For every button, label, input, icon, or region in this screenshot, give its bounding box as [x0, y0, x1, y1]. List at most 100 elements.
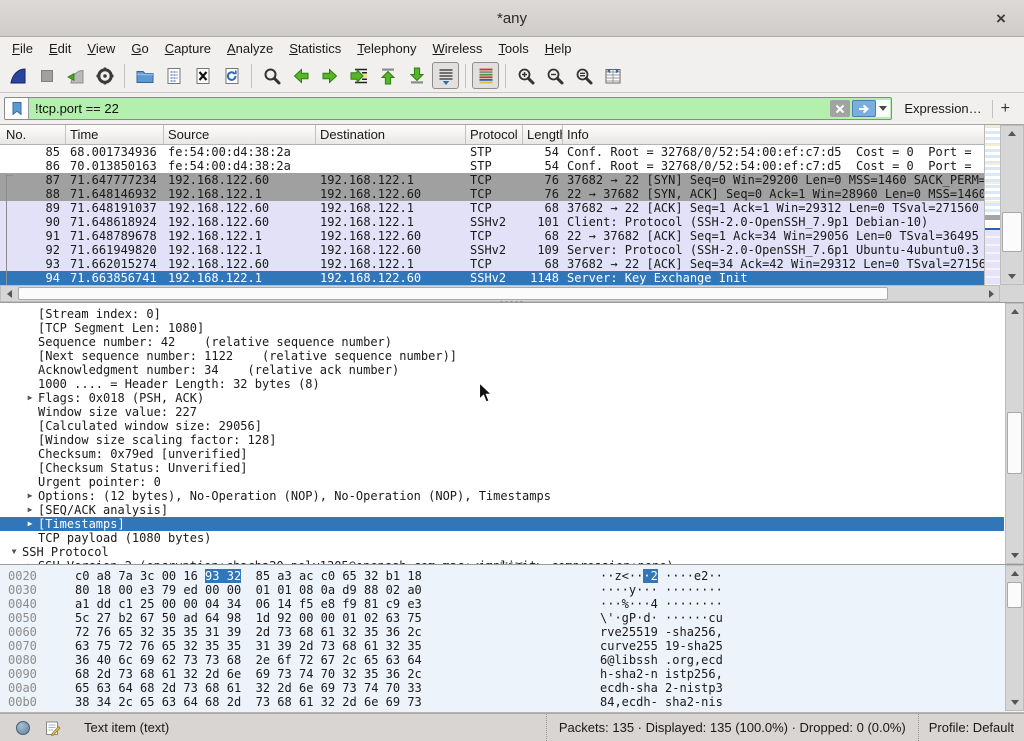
- packet-row[interactable]: 89 71.648191037 192.168.122.60 192.168.1…: [0, 201, 984, 215]
- packet-row[interactable]: 85 68.001734936 fe:54:00:d4:38:2a STP 54…: [0, 145, 984, 159]
- title-bar[interactable]: *any ×: [0, 0, 1024, 37]
- go-first-button[interactable]: [374, 62, 401, 89]
- filter-history-dropdown[interactable]: [876, 100, 890, 117]
- scrollbar-thumb[interactable]: [1007, 412, 1022, 474]
- detail-row[interactable]: [Calculated window size: 29056]: [0, 419, 1004, 433]
- expander-icon[interactable]: ▶: [22, 489, 38, 503]
- add-filter-button[interactable]: +: [993, 100, 1018, 118]
- detail-row[interactable]: Acknowledgment number: 34 (relative ack …: [0, 363, 1004, 377]
- expander-icon[interactable]: ▼: [6, 545, 22, 559]
- filter-apply-button[interactable]: [852, 100, 876, 117]
- go-back-button[interactable]: [287, 62, 314, 89]
- scroll-up-button[interactable]: [1001, 126, 1023, 141]
- zoom-reset-button[interactable]: [570, 62, 597, 89]
- zoom-out-button[interactable]: [541, 62, 568, 89]
- profile-button[interactable]: Profile: Default: [918, 714, 1024, 741]
- menu-item[interactable]: Analyze: [219, 39, 281, 58]
- start-capture-button[interactable]: [4, 62, 31, 89]
- packet-row[interactable]: 87 71.647777234 192.168.122.60 192.168.1…: [0, 173, 984, 187]
- capture-comment-icon[interactable]: [44, 719, 62, 737]
- go-forward-button[interactable]: [316, 62, 343, 89]
- packet-row[interactable]: 86 70.013850163 fe:54:00:d4:38:2a STP 54…: [0, 159, 984, 173]
- scrollbar-thumb[interactable]: [1007, 582, 1022, 608]
- detail-row[interactable]: Window size value: 227: [0, 405, 1004, 419]
- menu-item[interactable]: Telephony: [349, 39, 424, 58]
- expression-button[interactable]: Expression…: [892, 101, 991, 116]
- auto-scroll-toggle[interactable]: [432, 62, 459, 89]
- detail-row[interactable]: [Window size scaling factor: 128]: [0, 433, 1004, 447]
- packet-row[interactable]: 92 71.661949820 192.168.122.1 192.168.12…: [0, 243, 984, 257]
- column-header[interactable]: Info: [563, 125, 1000, 144]
- menu-item[interactable]: Wireless: [425, 39, 491, 58]
- display-filter-input[interactable]: [29, 101, 828, 116]
- scrollbar-thumb[interactable]: [1002, 212, 1022, 252]
- scroll-right-button[interactable]: [983, 286, 999, 301]
- column-header[interactable]: Time: [66, 125, 164, 144]
- detail-row[interactable]: Sequence number: 42 (relative sequence n…: [0, 335, 1004, 349]
- filter-bookmark-button[interactable]: [5, 98, 29, 119]
- packet-row[interactable]: 88 71.648146932 192.168.122.1 192.168.12…: [0, 187, 984, 201]
- menu-item[interactable]: File: [4, 39, 41, 58]
- menu-item[interactable]: Help: [537, 39, 580, 58]
- menu-item[interactable]: Tools: [490, 39, 536, 58]
- packet-list-minimap[interactable]: [984, 125, 1000, 285]
- menu-item[interactable]: Go: [123, 39, 156, 58]
- hex-row[interactable]: 0020 c0 a8 7a 3c 00 16 93 32 85 a3 ac c0…: [0, 569, 1024, 583]
- detail-row[interactable]: Urgent pointer: 0: [0, 475, 1004, 489]
- save-file-button[interactable]: [160, 62, 187, 89]
- hex-vscrollbar[interactable]: [1005, 565, 1024, 711]
- go-to-packet-button[interactable]: [345, 62, 372, 89]
- filter-clear-button[interactable]: [830, 100, 850, 117]
- column-header[interactable]: Length: [523, 125, 563, 144]
- hex-row[interactable]: 0030 80 18 00 e3 79 ed 00 00 01 01 08 0a…: [0, 583, 1024, 597]
- hex-row[interactable]: 0040 a1 dd c1 25 00 00 04 34 06 14 f5 e8…: [0, 597, 1024, 611]
- scroll-up-button[interactable]: [1006, 304, 1023, 319]
- scrollbar-thumb[interactable]: [18, 287, 888, 300]
- expert-info-icon[interactable]: [16, 721, 30, 735]
- detail-row[interactable]: [Next sequence number: 1122 (relative se…: [0, 349, 1004, 363]
- expander-icon[interactable]: ▶: [22, 391, 38, 405]
- menu-item[interactable]: Capture: [157, 39, 219, 58]
- packet-row[interactable]: 90 71.648618924 192.168.122.60 192.168.1…: [0, 215, 984, 229]
- open-file-button[interactable]: [131, 62, 158, 89]
- scroll-up-button[interactable]: [1006, 566, 1023, 581]
- detail-row[interactable]: ▶ [Timestamps]: [0, 517, 1004, 531]
- hex-row[interactable]: 0060 72 76 65 32 35 35 31 39 2d 73 68 61…: [0, 625, 1024, 639]
- column-header[interactable]: No.: [0, 125, 66, 144]
- go-last-button[interactable]: [403, 62, 430, 89]
- packet-list-vscrollbar[interactable]: [1000, 125, 1024, 285]
- menu-item[interactable]: Statistics: [281, 39, 349, 58]
- capture-options-button[interactable]: [91, 62, 118, 89]
- display-filter-field[interactable]: [4, 97, 892, 120]
- packet-row[interactable]: 91 71.648789678 192.168.122.1 192.168.12…: [0, 229, 984, 243]
- detail-row[interactable]: 1000 .... = Header Length: 32 bytes (8): [0, 377, 1004, 391]
- detail-row[interactable]: [Stream index: 0]: [0, 307, 1004, 321]
- column-header[interactable]: Destination: [316, 125, 466, 144]
- find-packet-button[interactable]: [258, 62, 285, 89]
- stop-capture-button[interactable]: [33, 62, 60, 89]
- hex-row[interactable]: 00b0 38 34 2c 65 63 64 68 2d 73 68 61 32…: [0, 695, 1024, 709]
- hex-row[interactable]: 00a0 65 63 64 68 2d 73 68 61 32 2d 6e 69…: [0, 681, 1024, 695]
- restart-capture-button[interactable]: [62, 62, 89, 89]
- menu-item[interactable]: Edit: [41, 39, 79, 58]
- hex-row[interactable]: 0070 63 75 72 76 65 32 35 35 31 39 2d 73…: [0, 639, 1024, 653]
- menu-item[interactable]: View: [79, 39, 123, 58]
- hex-row[interactable]: 0090 68 2d 73 68 61 32 2d 6e 69 73 74 70…: [0, 667, 1024, 681]
- detail-vscrollbar[interactable]: [1005, 303, 1024, 564]
- pane-splitter-handle[interactable]: [499, 561, 525, 565]
- scroll-down-button[interactable]: [1006, 548, 1023, 563]
- detail-row[interactable]: [Checksum Status: Unverified]: [0, 461, 1004, 475]
- hex-row[interactable]: 0050 5c 27 b2 67 50 ad 64 98 1d 92 00 00…: [0, 611, 1024, 625]
- detail-row[interactable]: ▼ SSH Protocol: [0, 545, 1004, 559]
- expander-icon[interactable]: ▶: [22, 517, 38, 531]
- scroll-down-button[interactable]: [1001, 269, 1023, 284]
- detail-row[interactable]: ▶ Flags: 0x018 (PSH, ACK): [0, 391, 1004, 405]
- packet-row[interactable]: 94 71.663856741 192.168.122.1 192.168.12…: [0, 271, 984, 285]
- detail-row[interactable]: [TCP Segment Len: 1080]: [0, 321, 1004, 335]
- scroll-left-button[interactable]: [1, 286, 17, 301]
- reload-file-button[interactable]: [218, 62, 245, 89]
- hex-row[interactable]: 0080 36 40 6c 69 62 73 73 68 2e 6f 72 67…: [0, 653, 1024, 667]
- detail-row[interactable]: TCP payload (1080 bytes): [0, 531, 1004, 545]
- scroll-down-button[interactable]: [1006, 695, 1023, 710]
- detail-row[interactable]: Checksum: 0x79ed [unverified]: [0, 447, 1004, 461]
